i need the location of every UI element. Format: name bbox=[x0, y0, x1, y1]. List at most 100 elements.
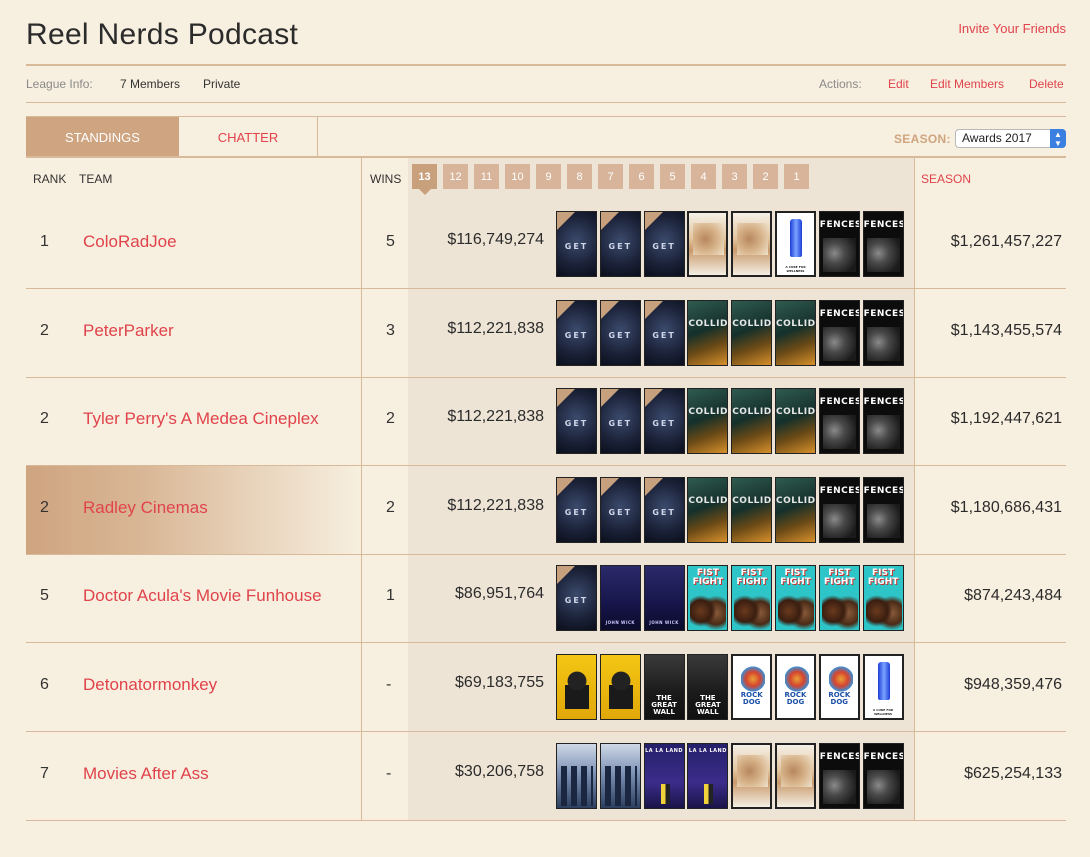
movie-poster-getout[interactable]: GET bbox=[556, 565, 597, 632]
movie-poster-getout[interactable]: GET bbox=[643, 476, 685, 543]
movie-poster-getout[interactable]: GET bbox=[643, 211, 685, 277]
movie-poster-fences[interactable]: FENCES bbox=[818, 299, 860, 366]
movie-poster-cure[interactable] bbox=[687, 211, 729, 277]
movie-poster-collide[interactable]: COLLIDE bbox=[731, 388, 773, 455]
movie-poster-fist[interactable]: FIST FIGHT bbox=[775, 565, 816, 632]
week-button-5[interactable]: 5 bbox=[660, 164, 685, 189]
week-button-1[interactable]: 1 bbox=[784, 164, 809, 189]
movie-poster-getout[interactable]: GET bbox=[599, 476, 641, 543]
movie-poster-collide[interactable]: COLLIDE bbox=[687, 476, 729, 543]
movie-poster-fences[interactable]: FENCES bbox=[818, 388, 860, 455]
movie-poster-getout[interactable]: GET bbox=[556, 299, 597, 366]
movie-poster-fences[interactable]: FENCES bbox=[818, 476, 860, 543]
movie-poster-rock[interactable]: ROCK DOG bbox=[775, 654, 816, 720]
week-gross-cell: $116,749,274 bbox=[447, 231, 544, 248]
movie-poster-getout[interactable]: GET bbox=[556, 388, 597, 455]
movie-poster-wick[interactable]: JOHN WICK bbox=[599, 565, 641, 632]
movie-poster-wall[interactable]: THE GREAT WALL bbox=[643, 654, 685, 720]
edit-link[interactable]: Edit bbox=[888, 77, 909, 91]
movie-poster-collide[interactable]: COLLIDE bbox=[687, 388, 729, 455]
movie-poster-collide[interactable]: COLLIDE bbox=[731, 476, 773, 543]
movie-poster-collide[interactable]: COLLIDE bbox=[775, 299, 816, 366]
team-link[interactable]: Movies After Ass bbox=[83, 764, 209, 784]
team-link[interactable]: Doctor Acula's Movie Funhouse bbox=[83, 586, 322, 606]
movie-poster-wick[interactable]: JOHN WICK bbox=[643, 565, 685, 632]
movie-poster-fist[interactable]: FIST FIGHT bbox=[818, 565, 860, 632]
poster-title: FENCES bbox=[863, 220, 904, 230]
poster-title: FENCES bbox=[863, 485, 904, 496]
movie-poster-lego[interactable] bbox=[556, 654, 597, 720]
movie-poster-fences[interactable]: FENCES bbox=[862, 476, 904, 543]
table-row: 2 PeterParker 3 $112,221,838 GET GET GET COLLID… bbox=[26, 289, 1066, 378]
movie-poster-getout[interactable]: GET bbox=[643, 388, 685, 455]
week-button-10[interactable]: 10 bbox=[505, 164, 530, 189]
movie-poster-lalala[interactable]: LA LA LAND bbox=[643, 742, 685, 809]
movie-poster-collide[interactable]: COLLIDE bbox=[775, 388, 816, 455]
team-link[interactable]: PeterParker bbox=[83, 321, 174, 341]
star-corner-icon bbox=[557, 477, 575, 496]
movie-poster-fist[interactable]: FIST FIGHT bbox=[687, 565, 729, 632]
team-link[interactable]: Radley Cinemas bbox=[83, 498, 208, 518]
poster-title: ROCK DOG bbox=[828, 691, 851, 706]
week-button-8[interactable]: 8 bbox=[567, 164, 592, 189]
week-button-4[interactable]: 4 bbox=[691, 164, 716, 189]
wins-cell: 2 bbox=[386, 498, 395, 516]
movie-poster-getout[interactable]: GET bbox=[599, 211, 641, 277]
poster-art bbox=[822, 326, 856, 361]
movie-poster-collide[interactable]: COLLIDE bbox=[775, 476, 816, 543]
movie-poster-rock[interactable]: ROCK DOG bbox=[731, 654, 773, 720]
season-select[interactable]: Awards 2017 ▲ ▼ bbox=[955, 129, 1066, 148]
movie-poster-getout[interactable]: GET bbox=[643, 299, 685, 366]
movie-poster-fences[interactable]: FENCES bbox=[818, 742, 860, 809]
week-button-6[interactable]: 6 bbox=[629, 164, 654, 189]
movie-poster-fist[interactable]: FIST FIGHT bbox=[862, 565, 904, 632]
movie-poster-getout[interactable]: GET bbox=[599, 299, 641, 366]
movie-poster-wall[interactable]: THE GREAT WALL bbox=[687, 654, 729, 720]
league-info-bar: League Info: 7 Members Private Actions: … bbox=[26, 77, 1066, 93]
week-button-2[interactable]: 2 bbox=[753, 164, 778, 189]
movie-poster-lego[interactable] bbox=[599, 654, 641, 720]
movie-poster-getout[interactable]: GET bbox=[599, 388, 641, 455]
movie-poster-collide[interactable]: COLLIDE bbox=[687, 299, 729, 366]
movie-poster-cure[interactable] bbox=[731, 211, 773, 277]
week-button-7[interactable]: 7 bbox=[598, 164, 623, 189]
team-link[interactable]: Tyler Perry's A Medea Cineplex bbox=[83, 409, 319, 429]
week-button-12[interactable]: 12 bbox=[443, 164, 468, 189]
movie-poster-getout[interactable]: GET bbox=[556, 476, 597, 543]
poster-title: FIST FIGHT bbox=[780, 568, 811, 588]
week-button-13[interactable]: 13 bbox=[412, 164, 437, 189]
movie-poster-rock[interactable]: ROCK DOG bbox=[818, 654, 860, 720]
lineup-posters: LA LA LAND LA LA LAND FENCES FENCES bbox=[556, 742, 904, 809]
movie-poster-getout[interactable]: GET bbox=[556, 211, 597, 277]
movie-poster-fences[interactable]: FENCES bbox=[862, 388, 904, 455]
week-gross-cell: $112,221,838 bbox=[447, 496, 544, 514]
movie-poster-fences[interactable]: FENCES bbox=[862, 299, 904, 366]
lineup-posters: GETGETGETCOLLIDECOLLIDECOLLIDEFENCESFENC… bbox=[556, 299, 904, 366]
movie-poster-fences[interactable]: FENCES bbox=[862, 211, 904, 277]
info-divider bbox=[26, 102, 1066, 103]
tab-standings[interactable]: STANDINGS bbox=[26, 117, 179, 157]
team-link[interactable]: Detonatormonkey bbox=[83, 675, 217, 695]
movie-poster-lalala[interactable]: LA LA LAND bbox=[687, 742, 729, 809]
movie-poster-hidden[interactable] bbox=[599, 742, 641, 809]
invite-friends-link[interactable]: Invite Your Friends bbox=[958, 21, 1066, 36]
movie-poster-fences[interactable]: FENCES bbox=[818, 211, 860, 277]
movie-poster-cure[interactable] bbox=[775, 742, 816, 809]
week-button-11[interactable]: 11 bbox=[474, 164, 499, 189]
movie-poster-hidden[interactable] bbox=[556, 742, 597, 809]
movie-poster-bottle[interactable]: A CURE FOR WELLNESS bbox=[862, 654, 904, 720]
poster-art bbox=[741, 666, 766, 692]
column-divider-team bbox=[361, 158, 362, 820]
edit-members-link[interactable]: Edit Members bbox=[930, 77, 1004, 91]
movie-poster-collide[interactable]: COLLIDE bbox=[731, 299, 773, 366]
week-button-9[interactable]: 9 bbox=[536, 164, 561, 189]
poster-title: FIST FIGHT bbox=[736, 568, 767, 588]
movie-poster-cure[interactable] bbox=[731, 742, 773, 809]
delete-link[interactable]: Delete bbox=[1029, 77, 1064, 91]
week-button-3[interactable]: 3 bbox=[722, 164, 747, 189]
movie-poster-fist[interactable]: FIST FIGHT bbox=[731, 565, 773, 632]
tab-chatter[interactable]: CHATTER bbox=[179, 117, 318, 157]
team-link[interactable]: ColoRadJoe bbox=[83, 232, 177, 252]
movie-poster-bottle[interactable]: A CURE FOR WELLNESS bbox=[775, 211, 816, 277]
movie-poster-fences[interactable]: FENCES bbox=[862, 742, 904, 809]
